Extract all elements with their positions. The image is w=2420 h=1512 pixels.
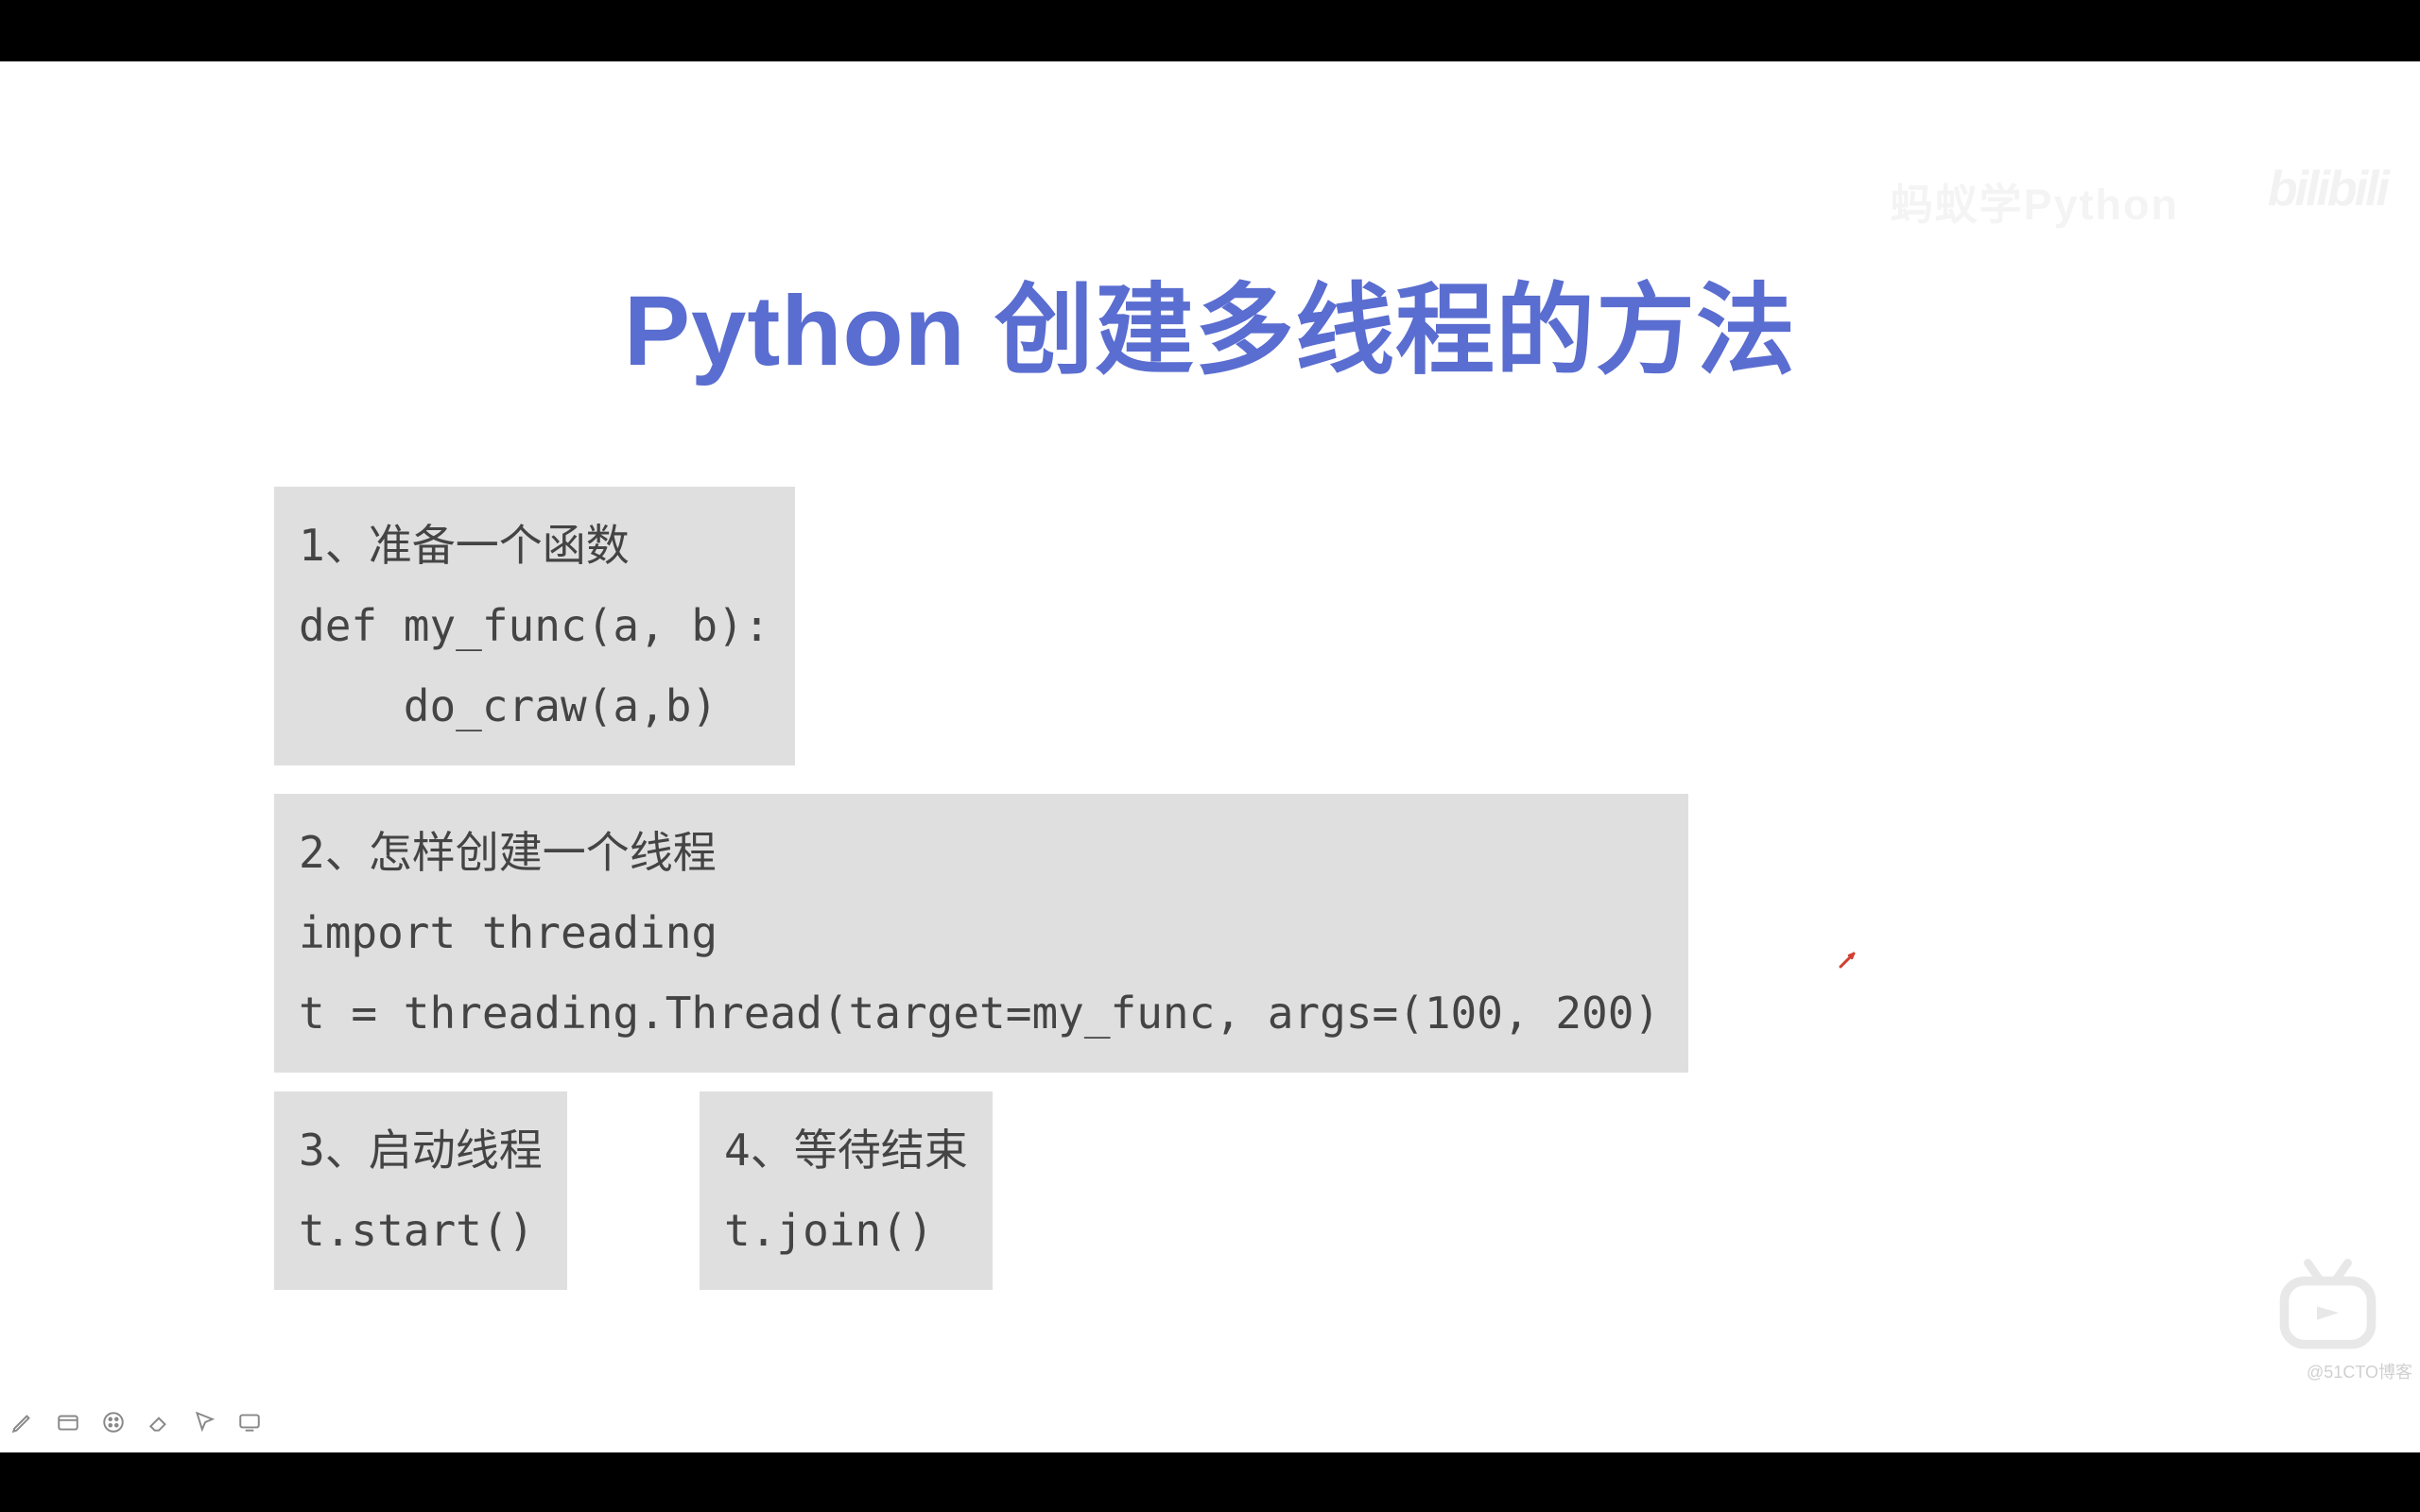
eraser-icon[interactable]	[146, 1409, 172, 1435]
screen-icon[interactable]	[236, 1409, 263, 1435]
cursor-pointer-icon	[1839, 950, 1858, 969]
slide-content: 蚂蚁学Python bilibili Python 创建多线程的方法 1、准备一…	[0, 61, 2420, 1452]
footer-watermark: @51CTO博客	[2307, 1359, 2412, 1383]
black-bar-top	[0, 0, 2420, 61]
watermark-channel: 蚂蚁学Python	[1891, 170, 2180, 232]
watermark-bilibili: bilibili	[2268, 161, 2387, 217]
code-block-2: 2、怎样创建一个线程 import threading t = threadin…	[274, 794, 1688, 1073]
code-block-3: 3、启动线程 t.start()	[274, 1091, 567, 1290]
code-block-4: 4、等待结束 t.join()	[700, 1091, 993, 1290]
slide-title: Python 创建多线程的方法	[0, 250, 2420, 394]
bilibili-tv-icon	[2273, 1249, 2382, 1358]
pencil-icon[interactable]	[9, 1409, 36, 1435]
rectangle-icon[interactable]	[55, 1409, 81, 1435]
palette-icon[interactable]	[100, 1409, 127, 1435]
code-block-1: 1、准备一个函数 def my_func(a, b): do_craw(a,b)	[274, 487, 795, 765]
cursor-icon[interactable]	[191, 1409, 217, 1435]
annotation-toolbar	[9, 1409, 263, 1435]
black-bar-bottom	[0, 1452, 2420, 1512]
